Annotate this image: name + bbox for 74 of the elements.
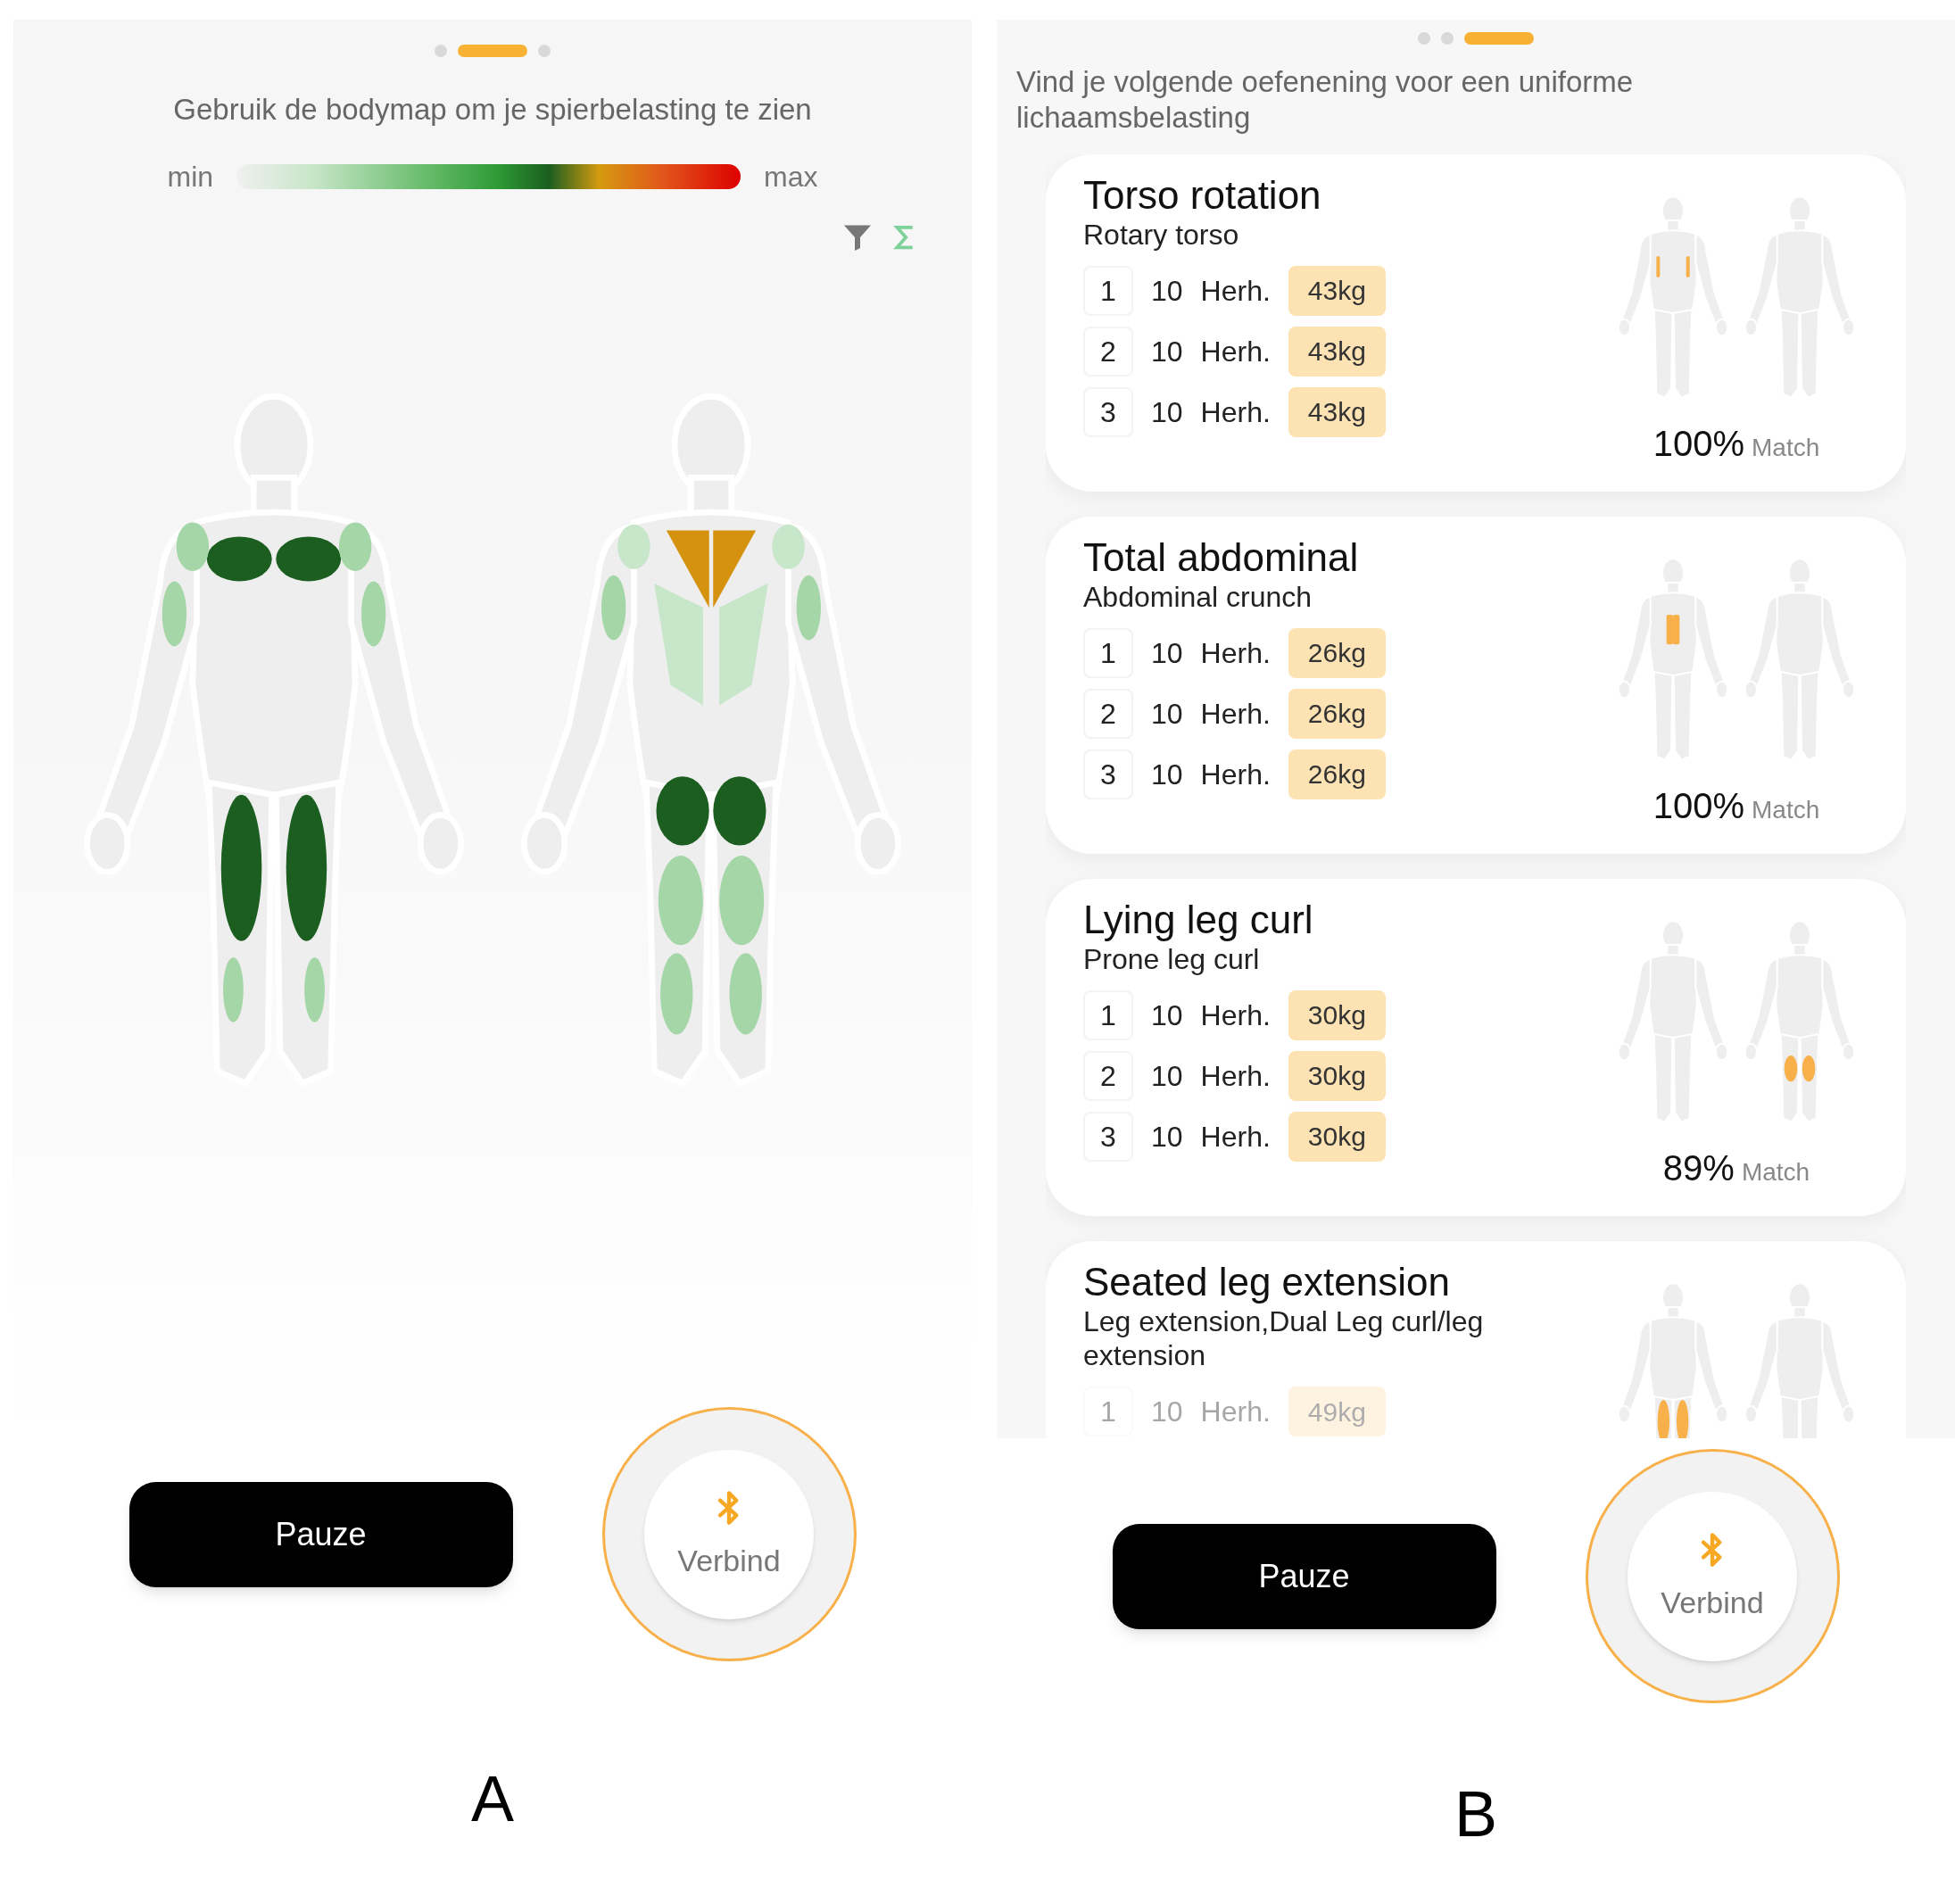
match-label: Match <box>1752 433 1820 464</box>
weight-badge: 30kg <box>1288 989 1386 1040</box>
exercise-card[interactable]: Lying leg curl Prone leg curl 1 10 Herh. 30kg 2 10 Herh. 30kg 3 10 Herh. 30kg 89% Match <box>1046 879 1906 1217</box>
weight-badge: 30kg <box>1288 1050 1386 1101</box>
match-percent: 89% <box>1662 1147 1735 1190</box>
instruction-text: Gebruik de bodymap om je spierbelasting te zien <box>172 92 813 128</box>
reps-value: 10 <box>1151 334 1183 369</box>
weight-badge: 43kg <box>1288 265 1386 316</box>
reps-unit: Herh. <box>1200 273 1271 309</box>
reps-value: 10 <box>1151 1395 1183 1430</box>
reps-unit: Herh. <box>1200 635 1271 671</box>
set-number: 1 <box>1083 1387 1133 1437</box>
weight-badge: 43kg <box>1288 386 1386 437</box>
page-indicator[interactable] <box>1464 32 1534 45</box>
exercise-card[interactable]: Seated leg extension Leg extension,Dual Leg curl/leg extension 1 10 Herh. 49kg <box>1046 1241 1906 1438</box>
weight-badge: 26kg <box>1288 627 1386 678</box>
reps-unit: Herh. <box>1200 1058 1271 1094</box>
exercise-title: Seated leg extension <box>1083 1261 1451 1304</box>
weight-badge: 49kg <box>1288 1387 1386 1437</box>
set-number: 3 <box>1083 749 1133 799</box>
pause-button[interactable]: Pauze <box>128 1481 513 1587</box>
reps-unit: Herh. <box>1200 998 1271 1033</box>
set-number: 1 <box>1083 627 1133 678</box>
reps-unit: Herh. <box>1200 1395 1271 1430</box>
instruction-text: Vind je volgende oefenening voor een uniforme lichaamsbelasting <box>1016 64 1635 136</box>
set-number: 1 <box>1083 265 1133 316</box>
weight-badge: 30kg <box>1288 1111 1386 1162</box>
match-label: Match <box>1752 795 1820 826</box>
exercise-title: Lying leg curl <box>1083 898 1314 942</box>
set-number: 1 <box>1083 989 1133 1040</box>
exercise-subtitle: Prone leg curl <box>1083 941 1261 976</box>
match-percent: 100% <box>1653 785 1745 828</box>
page-indicator[interactable] <box>538 45 551 57</box>
reps-value: 10 <box>1151 998 1183 1033</box>
set-number: 2 <box>1083 1050 1133 1101</box>
reps-unit: Herh. <box>1200 394 1271 430</box>
page-indicator[interactable] <box>458 45 527 57</box>
page-indicator[interactable] <box>1418 32 1430 45</box>
reps-value: 10 <box>1151 635 1183 671</box>
reps-value: 10 <box>1151 273 1183 309</box>
reps-unit: Herh. <box>1200 334 1271 369</box>
set-number: 3 <box>1083 386 1133 437</box>
exercise-card[interactable]: Torso rotation Rotary torso 1 10 Herh. 43kg 2 10 Herh. 43kg 3 10 Herh. 43kg 100% Match <box>1046 154 1906 493</box>
exercise-title: Torso rotation <box>1083 174 1322 218</box>
reps-unit: Herh. <box>1200 757 1271 792</box>
weight-badge: 26kg <box>1288 749 1386 799</box>
reps-value: 10 <box>1151 1058 1183 1094</box>
set-number: 2 <box>1083 688 1133 739</box>
weight-badge: 26kg <box>1288 688 1386 739</box>
max-label: max <box>764 159 818 195</box>
exercise-title: Total abdominal <box>1083 536 1360 580</box>
connect-button[interactable]: Verbind <box>1585 1449 1840 1703</box>
reps-value: 10 <box>1151 696 1183 732</box>
panel-label: A <box>471 1762 514 1836</box>
reps-value: 10 <box>1151 757 1183 792</box>
pause-button[interactable]: Pauze <box>1112 1523 1496 1629</box>
exercise-subtitle: Rotary torso <box>1083 217 1240 252</box>
reps-value: 10 <box>1151 394 1183 430</box>
match-label: Match <box>1741 1157 1810 1188</box>
match-percent: 100% <box>1653 423 1745 466</box>
exercise-card[interactable]: Total abdominal Abdominal crunch 1 10 Herh. 26kg 2 10 Herh. 26kg 3 10 Herh. 26kg 100% Match <box>1046 517 1906 855</box>
weight-badge: 43kg <box>1288 326 1386 377</box>
reps-unit: Herh. <box>1200 1119 1271 1155</box>
exercise-subtitle: Leg extension,Dual Leg curl/leg extension <box>1083 1304 1485 1373</box>
connect-button[interactable]: Verbind <box>601 1407 857 1661</box>
min-label: min <box>167 159 214 195</box>
reps-unit: Herh. <box>1200 696 1271 732</box>
reps-value: 10 <box>1151 1119 1183 1155</box>
set-number: 2 <box>1083 326 1133 377</box>
page-indicator[interactable] <box>435 45 447 57</box>
exercise-subtitle: Abdominal crunch <box>1083 579 1313 614</box>
panel-label: B <box>1454 1777 1497 1851</box>
set-number: 3 <box>1083 1111 1133 1162</box>
page-indicator[interactable] <box>1441 32 1454 45</box>
